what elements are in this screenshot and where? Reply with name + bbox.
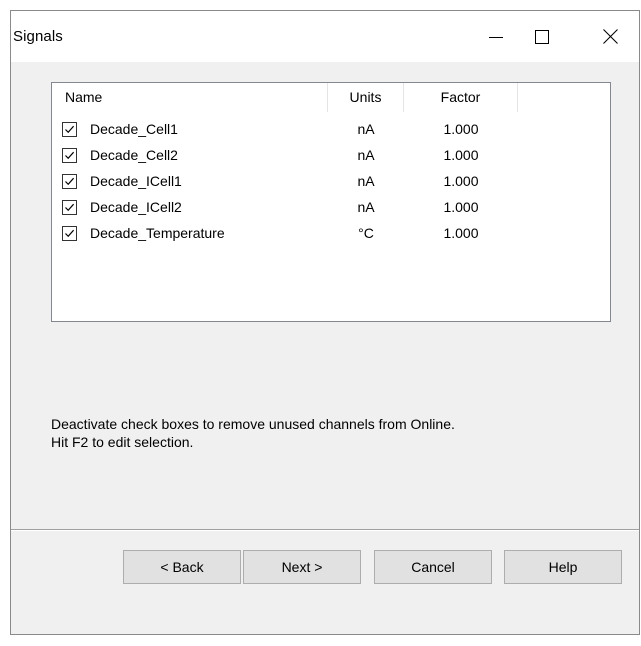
title-bar[interactable]: Signals: [11, 11, 639, 62]
list-item[interactable]: Decade_ICell2 nA 1.000: [52, 196, 610, 222]
list-item[interactable]: Decade_Temperature °C 1.000: [52, 222, 610, 248]
back-button[interactable]: < Back: [123, 550, 241, 584]
separator: [11, 529, 639, 531]
help-button[interactable]: Help: [504, 550, 622, 584]
signals-list[interactable]: Name Units Factor Decade_Cell1 nA 1.000 Dec…: [51, 82, 611, 322]
signal-name: Decade_Temperature: [90, 225, 225, 241]
close-button[interactable]: [581, 11, 639, 62]
signal-name: Decade_Cell2: [90, 147, 178, 163]
signal-units: nA: [357, 121, 375, 137]
list-item[interactable]: Decade_ICell1 nA 1.000: [52, 170, 610, 196]
signals-dialog: Signals Name Units Factor Decade_Cell1 nA…: [10, 10, 640, 635]
signal-checkbox[interactable]: [62, 148, 77, 163]
signal-checkbox[interactable]: [62, 200, 77, 215]
cancel-button[interactable]: Cancel: [374, 550, 492, 584]
signal-units: nA: [357, 147, 375, 163]
column-header-name[interactable]: Name: [52, 83, 328, 112]
close-icon: [602, 29, 618, 44]
checkmark-icon: [65, 177, 75, 186]
info-line-1: Deactivate check boxes to remove unused …: [51, 416, 455, 432]
signal-units: nA: [357, 199, 375, 215]
checkmark-icon: [65, 203, 75, 212]
minimize-button[interactable]: [473, 11, 519, 62]
info-text: Deactivate check boxes to remove unused …: [51, 415, 455, 451]
list-rows: Decade_Cell1 nA 1.000 Decade_Cell2 nA 1.000 De…: [52, 118, 610, 248]
list-header: Name Units Factor: [52, 83, 610, 113]
signal-checkbox[interactable]: [62, 174, 77, 189]
list-item[interactable]: Decade_Cell2 nA 1.000: [52, 144, 610, 170]
signal-factor: 1.000: [443, 173, 479, 189]
signal-units: °C: [358, 225, 374, 241]
minimize-icon: [489, 36, 503, 38]
signal-checkbox[interactable]: [62, 226, 77, 241]
column-header-factor[interactable]: Factor: [404, 83, 518, 112]
signal-factor: 1.000: [443, 199, 479, 215]
signal-name: Decade_ICell1: [90, 173, 182, 189]
next-button[interactable]: Next >: [243, 550, 361, 584]
signal-name: Decade_ICell2: [90, 199, 182, 215]
list-item[interactable]: Decade_Cell1 nA 1.000: [52, 118, 610, 144]
signal-name: Decade_Cell1: [90, 121, 178, 137]
signal-factor: 1.000: [443, 147, 479, 163]
checkmark-icon: [65, 229, 75, 238]
checkmark-icon: [65, 151, 75, 160]
signal-factor: 1.000: [443, 121, 479, 137]
column-header-units[interactable]: Units: [328, 83, 404, 112]
signal-checkbox[interactable]: [62, 122, 77, 137]
window-title: Signals: [13, 28, 63, 45]
info-line-2: Hit F2 to edit selection.: [51, 434, 194, 450]
signal-units: nA: [357, 173, 375, 189]
maximize-button[interactable]: [519, 11, 565, 62]
maximize-icon: [535, 29, 549, 44]
signal-factor: 1.000: [443, 225, 479, 241]
checkmark-icon: [65, 125, 75, 134]
